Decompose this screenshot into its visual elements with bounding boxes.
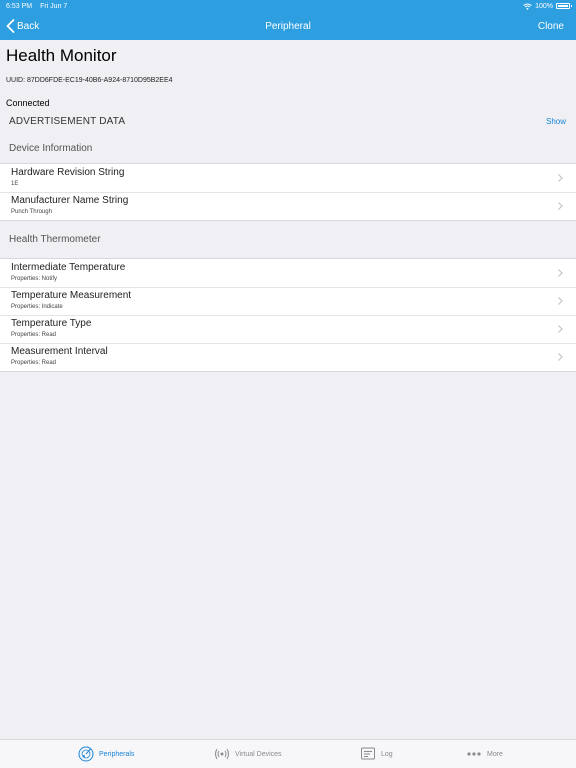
clone-button[interactable]: Clone <box>538 21 564 32</box>
radar-icon <box>78 746 94 762</box>
characteristic-row[interactable]: Temperature Measurement Properties: Indi… <box>0 287 576 315</box>
broadcast-icon <box>215 748 229 760</box>
show-advertisement-button[interactable]: Show <box>546 117 566 126</box>
characteristic-title: Intermediate Temperature <box>11 262 126 273</box>
tab-log[interactable]: Log <box>360 746 393 762</box>
characteristic-subtitle: Properties: Read <box>11 360 57 366</box>
status-time: 6:53 PM <box>6 2 33 10</box>
section-header-health-thermometer: Health Thermometer <box>9 234 101 245</box>
characteristic-subtitle: 1E <box>11 181 19 187</box>
chevron-right-icon <box>558 353 563 361</box>
chevron-right-icon <box>558 297 563 305</box>
characteristic-title: Temperature Type <box>11 318 92 329</box>
status-bar: 6:53 PM Fri Jun 7 100% <box>0 0 576 12</box>
characteristic-subtitle: Properties: Read <box>11 332 57 338</box>
chevron-right-icon <box>558 269 563 277</box>
characteristic-subtitle: Properties: Notify <box>11 276 58 282</box>
battery-icon <box>556 3 572 9</box>
tab-label: Peripherals <box>99 750 135 758</box>
tab-label: More <box>487 750 503 758</box>
tab-label: Virtual Devices <box>235 750 282 758</box>
wifi-icon <box>523 3 532 10</box>
connection-status: Connected <box>6 98 50 108</box>
navigation-bar: Back Peripheral Clone <box>0 12 576 40</box>
characteristic-title: Temperature Measurement <box>11 290 132 301</box>
status-right: 100% <box>523 2 572 10</box>
device-name: Health Monitor <box>6 46 117 65</box>
advertisement-data-row: ADVERTISEMENT DATA Show <box>0 110 576 133</box>
characteristic-title: Hardware Revision String <box>11 167 125 178</box>
tab-bar: Peripherals Virtual Devices Log More <box>0 739 576 768</box>
log-icon <box>361 747 375 760</box>
chevron-right-icon <box>558 202 563 210</box>
characteristic-row[interactable]: Measurement Interval Properties: Read <box>0 343 576 371</box>
characteristic-row[interactable]: Hardware Revision String 1E <box>0 164 576 192</box>
device-uuid: UUID: 87DD6FDE-EC19-40B6-A924-8710D95B2E… <box>6 77 173 84</box>
characteristic-subtitle: Properties: Indicate <box>11 304 63 310</box>
tab-label: Log <box>381 750 393 758</box>
characteristic-title: Measurement Interval <box>11 346 108 357</box>
battery-percent: 100% <box>535 2 553 10</box>
characteristic-row[interactable]: Temperature Type Properties: Read <box>0 315 576 343</box>
characteristic-row[interactable]: Manufacturer Name String Punch Through <box>0 192 576 220</box>
characteristic-row[interactable]: Intermediate Temperature Properties: Not… <box>0 259 576 287</box>
tab-peripherals[interactable]: Peripherals <box>78 746 134 762</box>
device-information-group: Hardware Revision String 1E Manufacturer… <box>0 163 576 221</box>
more-icon <box>467 752 481 756</box>
status-date: Fri Jun 7 <box>40 2 68 10</box>
chevron-right-icon <box>558 174 563 182</box>
characteristic-subtitle: Punch Through <box>11 209 52 215</box>
chevron-left-icon <box>6 19 15 33</box>
nav-title: Peripheral <box>265 20 311 32</box>
advertisement-data-label: ADVERTISEMENT DATA <box>9 116 126 127</box>
tab-more[interactable]: More <box>466 746 503 762</box>
back-button[interactable]: Back <box>6 12 39 40</box>
health-thermometer-group: Intermediate Temperature Properties: Not… <box>0 258 576 372</box>
peripheral-detail: Health Monitor UUID: 87DD6FDE-EC19-40B6-… <box>0 40 576 372</box>
chevron-right-icon <box>558 325 563 333</box>
characteristic-title: Manufacturer Name String <box>11 195 129 206</box>
section-header-device-information: Device Information <box>9 142 93 154</box>
back-label: Back <box>17 20 40 32</box>
tab-virtual-devices[interactable]: Virtual Devices <box>214 746 282 762</box>
